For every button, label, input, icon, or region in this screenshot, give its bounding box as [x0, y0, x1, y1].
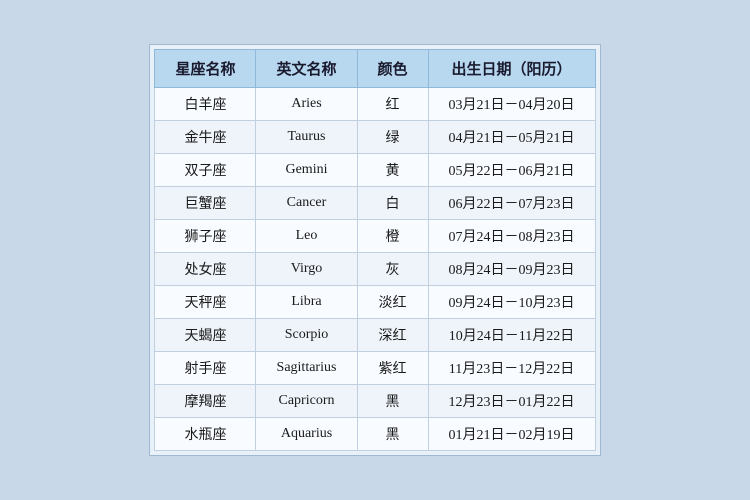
- cell-dates: 08月24日－09月23日: [428, 253, 595, 286]
- cell-english-name: Scorpio: [256, 319, 357, 352]
- cell-english-name: Taurus: [256, 121, 357, 154]
- header-chinese-name: 星座名称: [155, 50, 256, 88]
- header-english-name: 英文名称: [256, 50, 357, 88]
- cell-chinese-name: 处女座: [155, 253, 256, 286]
- cell-english-name: Aries: [256, 88, 357, 121]
- cell-color: 绿: [357, 121, 428, 154]
- table-row: 白羊座Aries红03月21日－04月20日: [155, 88, 595, 121]
- table-row: 摩羯座Capricorn黑12月23日－01月22日: [155, 385, 595, 418]
- cell-dates: 10月24日－11月22日: [428, 319, 595, 352]
- table-row: 巨蟹座Cancer白06月22日－07月23日: [155, 187, 595, 220]
- table-row: 天秤座Libra淡红09月24日－10月23日: [155, 286, 595, 319]
- cell-chinese-name: 射手座: [155, 352, 256, 385]
- table-row: 金牛座Taurus绿04月21日－05月21日: [155, 121, 595, 154]
- cell-english-name: Capricorn: [256, 385, 357, 418]
- cell-english-name: Libra: [256, 286, 357, 319]
- table-row: 水瓶座Aquarius黑01月21日－02月19日: [155, 418, 595, 451]
- table-row: 双子座Gemini黄05月22日－06月21日: [155, 154, 595, 187]
- cell-color: 红: [357, 88, 428, 121]
- table-body: 白羊座Aries红03月21日－04月20日金牛座Taurus绿04月21日－0…: [155, 88, 595, 451]
- cell-english-name: Leo: [256, 220, 357, 253]
- cell-color: 紫红: [357, 352, 428, 385]
- cell-color: 淡红: [357, 286, 428, 319]
- cell-english-name: Virgo: [256, 253, 357, 286]
- cell-dates: 06月22日－07月23日: [428, 187, 595, 220]
- cell-chinese-name: 狮子座: [155, 220, 256, 253]
- zodiac-table-container: 星座名称 英文名称 颜色 出生日期（阳历） 白羊座Aries红03月21日－04…: [149, 44, 600, 456]
- cell-dates: 05月22日－06月21日: [428, 154, 595, 187]
- table-row: 天蝎座Scorpio深红10月24日－11月22日: [155, 319, 595, 352]
- cell-chinese-name: 金牛座: [155, 121, 256, 154]
- cell-chinese-name: 白羊座: [155, 88, 256, 121]
- cell-color: 黑: [357, 385, 428, 418]
- cell-dates: 01月21日－02月19日: [428, 418, 595, 451]
- cell-dates: 12月23日－01月22日: [428, 385, 595, 418]
- cell-chinese-name: 水瓶座: [155, 418, 256, 451]
- cell-chinese-name: 天蝎座: [155, 319, 256, 352]
- cell-color: 深红: [357, 319, 428, 352]
- table-row: 狮子座Leo橙07月24日－08月23日: [155, 220, 595, 253]
- cell-dates: 04月21日－05月21日: [428, 121, 595, 154]
- cell-color: 白: [357, 187, 428, 220]
- cell-chinese-name: 摩羯座: [155, 385, 256, 418]
- cell-english-name: Gemini: [256, 154, 357, 187]
- cell-color: 灰: [357, 253, 428, 286]
- cell-chinese-name: 双子座: [155, 154, 256, 187]
- cell-english-name: Sagittarius: [256, 352, 357, 385]
- table-row: 射手座Sagittarius紫红11月23日－12月22日: [155, 352, 595, 385]
- header-dates: 出生日期（阳历）: [428, 50, 595, 88]
- table-header-row: 星座名称 英文名称 颜色 出生日期（阳历）: [155, 50, 595, 88]
- zodiac-table: 星座名称 英文名称 颜色 出生日期（阳历） 白羊座Aries红03月21日－04…: [154, 49, 595, 451]
- cell-color: 黑: [357, 418, 428, 451]
- header-color: 颜色: [357, 50, 428, 88]
- table-row: 处女座Virgo灰08月24日－09月23日: [155, 253, 595, 286]
- cell-color: 黄: [357, 154, 428, 187]
- cell-english-name: Cancer: [256, 187, 357, 220]
- cell-dates: 11月23日－12月22日: [428, 352, 595, 385]
- cell-color: 橙: [357, 220, 428, 253]
- cell-chinese-name: 天秤座: [155, 286, 256, 319]
- cell-dates: 03月21日－04月20日: [428, 88, 595, 121]
- cell-dates: 09月24日－10月23日: [428, 286, 595, 319]
- cell-chinese-name: 巨蟹座: [155, 187, 256, 220]
- cell-dates: 07月24日－08月23日: [428, 220, 595, 253]
- cell-english-name: Aquarius: [256, 418, 357, 451]
